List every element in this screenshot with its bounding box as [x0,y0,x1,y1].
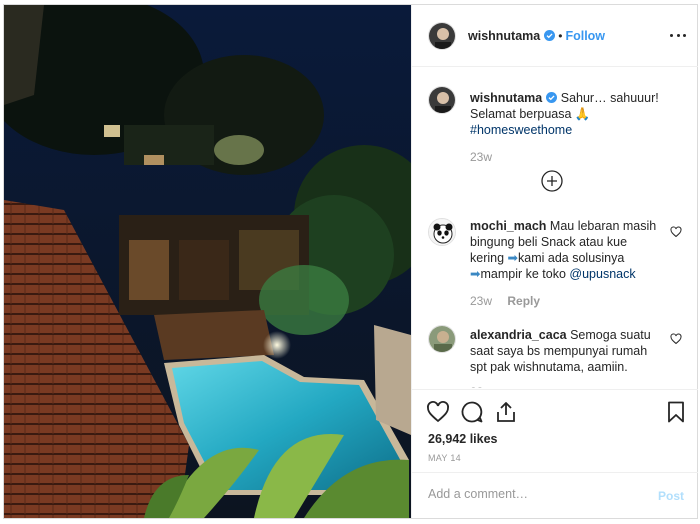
avatar[interactable] [428,218,456,246]
add-comment-bar: Post [412,472,698,518]
comment-body-part: mampir ke toko [480,267,570,281]
post-actions: 26,942 likes MAY 14 Post [412,389,698,509]
more-options-icon[interactable] [670,28,686,42]
comment-text: alexandria_caca Semoga suatu saat saya b… [470,327,658,375]
post-header: wishnutama • Follow [412,5,698,67]
mention-link[interactable]: @upusnack [569,267,635,281]
follow-button[interactable]: Follow [565,29,605,43]
comment-item: mochi_mach Mau lebaran masih bingung bel… [428,218,690,310]
verified-badge-icon [544,30,556,41]
post-comment-button[interactable]: Post [658,489,684,503]
reply-button[interactable]: Reply [507,294,540,308]
comment-time[interactable]: 23w [470,294,492,308]
comment-username[interactable]: mochi_mach [470,219,546,233]
comment-icon[interactable] [460,400,484,424]
heart-icon[interactable] [426,400,450,424]
comment-time[interactable]: 23w [470,385,492,388]
load-more-comments-icon[interactable] [540,169,564,193]
comment-item: alexandria_caca Semoga suatu saat saya b… [428,325,690,388]
like-comment-icon[interactable] [670,226,682,238]
caption-time[interactable]: 23w [470,150,492,164]
arrow-emoji: ➡ [507,251,519,265]
post-photo[interactable] [4,5,411,518]
verified-badge-icon [546,92,558,103]
caption-text: wishnutama Sahur… sahuuur! Selamat berpu… [470,90,680,138]
bookmark-icon[interactable] [664,400,688,424]
avatar[interactable] [428,21,456,50]
share-icon[interactable] [494,400,518,424]
caption-username[interactable]: wishnutama [470,91,542,105]
header-username[interactable]: wishnutama [468,29,540,43]
avatar[interactable] [428,86,456,114]
comment-input[interactable] [428,487,648,501]
arrow-emoji: ➡ [470,267,481,281]
likes-count[interactable]: 26,942 likes [428,432,498,446]
comments-list[interactable]: wishnutama Sahur… sahuuur! Selamat berpu… [412,68,698,388]
comment-username[interactable]: alexandria_caca [470,328,567,342]
avatar[interactable] [428,325,456,353]
instagram-post: wishnutama • Follow wishnutama Sahur… sa… [3,4,698,519]
caption: wishnutama Sahur… sahuuur! Selamat berpu… [428,86,690,166]
hashtag-link[interactable]: #homesweethome [470,123,572,137]
post-date[interactable]: MAY 14 [428,453,461,463]
comment-body-part: kami ada solusinya [518,251,625,265]
comment-meta: 23w Reply [470,294,540,308]
header-separator: • [558,28,563,43]
post-sidebar: wishnutama • Follow wishnutama Sahur… sa… [411,5,698,518]
header-text: wishnutama • Follow [468,29,605,43]
like-comment-icon[interactable] [670,333,682,345]
comment-text: mochi_mach Mau lebaran masih bingung bel… [470,218,658,282]
